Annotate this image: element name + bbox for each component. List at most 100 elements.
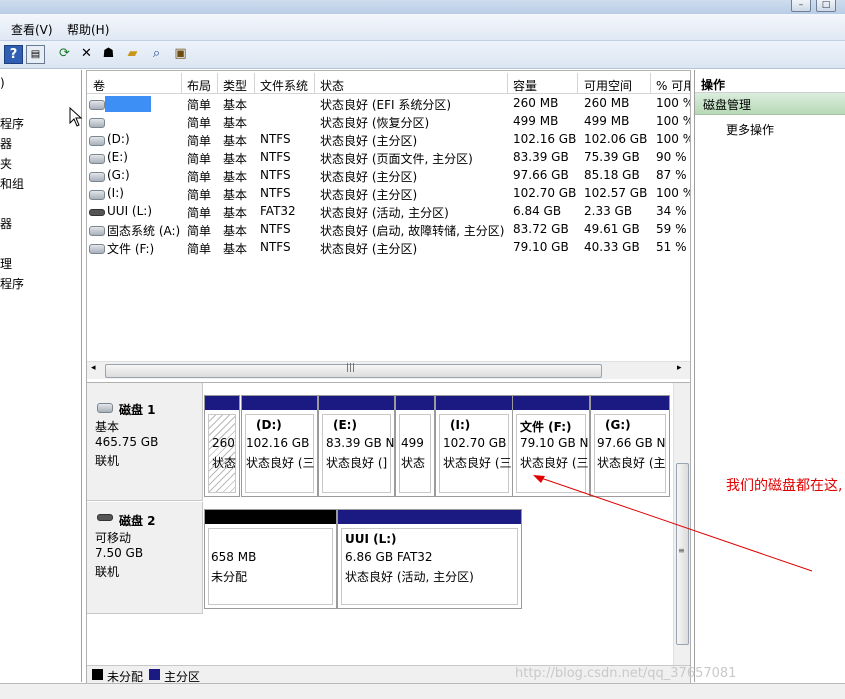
- partition-size: 499: [401, 436, 424, 450]
- menu-help[interactable]: 帮助(H): [67, 21, 109, 38]
- disk2-unallocated[interactable]: 658 MB 未分配: [204, 509, 337, 609]
- table-row[interactable]: (G:) 简单 基本 NTFS 状态良好 (主分区) 97.66 GB 85.18 GB 87…: [87, 167, 690, 185]
- disk1-label[interactable]: 磁盘 1 基本 465.75 GB 联机: [87, 383, 203, 501]
- table-cell-type: 基本: [223, 134, 248, 148]
- table-row[interactable]: (D:) 简单 基本 NTFS 状态良好 (主分区) 102.16 GB 102.06 GB…: [87, 131, 690, 149]
- disk1-partition-f[interactable]: 文件 (F:) 79.10 GB N 状态良好 (三: [512, 395, 590, 497]
- partition-title: (I:): [450, 418, 471, 432]
- vertical-scrollbar[interactable]: ≡: [673, 383, 690, 665]
- table-row[interactable]: (E:) 简单 基本 NTFS 状态良好 (页面文件, 主分区) 83.39 GB 75.3…: [87, 149, 690, 167]
- minimize-icon[interactable]: –: [791, 0, 811, 12]
- column-header-percent-free[interactable]: % 可用: [656, 77, 690, 94]
- delete-icon[interactable]: ✕: [78, 45, 95, 62]
- disk1-name: 磁盘 1: [119, 403, 156, 417]
- table-row[interactable]: 固态系统 (A:) 简单 基本 NTFS 状态良好 (启动, 故障转储, 主分区) 83.…: [87, 221, 690, 239]
- action-disk-management[interactable]: 磁盘管理: [695, 93, 845, 115]
- volume-name-selection: [105, 96, 151, 112]
- search-icon[interactable]: ⌕: [148, 45, 165, 62]
- table-row[interactable]: 文件 (F:) 简单 基本 NTFS 状态良好 (主分区) 79.10 GB 40.33 G…: [87, 239, 690, 257]
- tree-item[interactable]: 和组: [0, 175, 24, 192]
- volume-list-header: 卷 布局 类型 文件系统 状态 容量 可用空间 % 可用: [87, 73, 690, 94]
- volume-icon: [89, 100, 105, 110]
- tree-item-disk-management[interactable]: 理: [0, 255, 12, 272]
- horizontal-scrollbar[interactable]: ◂ ||| ▸: [87, 361, 690, 379]
- volume-icon: [89, 209, 105, 216]
- column-header-filesystem[interactable]: 文件系统: [260, 77, 308, 94]
- table-cell-status: 状态良好 (主分区): [320, 134, 418, 148]
- disk1-partition-g[interactable]: (G:) 97.66 GB N 状态良好 (主: [590, 395, 670, 497]
- scrollbar-thumb[interactable]: |||: [105, 363, 602, 378]
- table-cell-capacity: 102.70 GB: [513, 186, 577, 200]
- table-cell-status: 状态良好 (主分区): [320, 242, 418, 256]
- volume-icon: [89, 226, 105, 236]
- scroll-left-icon[interactable]: ◂: [91, 363, 96, 373]
- column-header-free-space[interactable]: 可用空间: [584, 77, 632, 94]
- console-tree-icon[interactable]: ▤: [26, 45, 45, 64]
- annotation-text: 我们的磁盘都在这,: [726, 478, 843, 494]
- tree-item[interactable]: 程序: [0, 275, 24, 292]
- table-cell-layout: 简单: [187, 224, 212, 238]
- tree-item[interactable]: 器: [0, 135, 12, 152]
- table-cell-fs: NTFS: [260, 132, 291, 146]
- legend-primary-label: 主分区: [164, 670, 201, 684]
- table-cell-status: 状态良好 (活动, 主分区): [320, 206, 449, 220]
- table-cell-free: 40.33 GB: [584, 240, 640, 254]
- partition-size: 102.70 GB: [443, 436, 507, 450]
- table-row[interactable]: 简单 基本 状态良好 (恢复分区) 499 MB 499 MB 100 %: [87, 113, 690, 131]
- help-icon[interactable]: ?: [4, 45, 23, 64]
- column-header-layout[interactable]: 布局: [187, 77, 211, 94]
- disk1-partition-d[interactable]: (D:) 102.16 GB 状态良好 (三: [241, 395, 318, 497]
- table-cell-layout: 简单: [187, 116, 212, 130]
- actions-title: 操作: [701, 78, 726, 92]
- table-cell-pct: 90 %: [656, 150, 687, 164]
- properties-icon[interactable]: ☗: [100, 45, 117, 62]
- disk2-label[interactable]: 磁盘 2 可移动 7.50 GB 联机: [87, 502, 203, 614]
- column-header-volume[interactable]: 卷: [93, 77, 105, 94]
- table-row[interactable]: UUI (L:) 简单 基本 FAT32 状态良好 (活动, 主分区) 6.84 GB 2.…: [87, 203, 690, 221]
- mouse-cursor-icon: [69, 107, 83, 127]
- legend-primary-swatch: [149, 669, 160, 680]
- table-cell-free: 499 MB: [584, 114, 630, 128]
- action-selected-label: 磁盘管理: [703, 98, 752, 112]
- disk1-partition-efi[interactable]: 260 状态: [204, 395, 240, 497]
- table-row[interactable]: 简单 基本 状态良好 (EFI 系统分区) 260 MB 260 MB 100 %: [87, 95, 690, 113]
- partition-status: 状态良好 (主: [597, 456, 666, 470]
- table-cell-type: 基本: [223, 224, 248, 238]
- partition-status: 状态: [401, 456, 426, 470]
- table-cell-capacity: 83.39 GB: [513, 150, 569, 164]
- table-cell-pct: 59 %: [656, 222, 687, 236]
- table-cell-capacity: 79.10 GB: [513, 240, 569, 254]
- partition-status: 状态: [212, 456, 237, 470]
- table-cell-type: 基本: [223, 116, 248, 130]
- table-cell-pct: 51 %: [656, 240, 687, 254]
- tree-item[interactable]: ): [0, 76, 5, 90]
- partition-title: 文件 (F:): [520, 420, 572, 434]
- table-cell-pct: 34 %: [656, 204, 687, 218]
- disk1-partition-e[interactable]: (E:) 83.39 GB N 状态良好 (]: [318, 395, 395, 497]
- table-row[interactable]: (I:) 简单 基本 NTFS 状态良好 (主分区) 102.70 GB 102.57 GB…: [87, 185, 690, 203]
- tree-item[interactable]: 夹: [0, 155, 12, 172]
- tree-item[interactable]: 器: [0, 215, 12, 232]
- table-cell-name: (E:): [107, 150, 128, 164]
- table-cell-free: 85.18 GB: [584, 168, 640, 182]
- partition-size: 102.16 GB: [246, 436, 310, 450]
- table-cell-layout: 简单: [187, 134, 212, 148]
- console-tree-pane: ) 程序 器 夹 和组 器 理 程序: [0, 70, 82, 682]
- column-header-status[interactable]: 状态: [320, 77, 344, 94]
- scroll-right-icon[interactable]: ▸: [677, 363, 682, 373]
- column-header-type[interactable]: 类型: [223, 77, 247, 94]
- disk2-partition-l[interactable]: UUI (L:) 6.86 GB FAT32 状态良好 (活动, 主分区): [337, 509, 522, 609]
- action-more[interactable]: 更多操作: [726, 121, 774, 138]
- column-header-capacity[interactable]: 容量: [513, 77, 537, 94]
- scrollbar-thumb[interactable]: ≡: [676, 463, 689, 645]
- tree-item[interactable]: 程序: [0, 115, 24, 132]
- open-icon[interactable]: ▰: [124, 45, 141, 62]
- menu-view[interactable]: 查看(V): [11, 21, 53, 38]
- table-cell-type: 基本: [223, 152, 248, 166]
- disk1-partition-i[interactable]: (I:) 102.70 GB 状态良好 (三: [435, 395, 513, 497]
- export-icon[interactable]: ▣: [172, 45, 189, 62]
- table-cell-layout: 简单: [187, 242, 212, 256]
- disk1-partition-recovery[interactable]: 499 状态: [395, 395, 435, 497]
- refresh-icon[interactable]: ⟳: [56, 45, 73, 62]
- maximize-icon[interactable]: □: [816, 0, 836, 12]
